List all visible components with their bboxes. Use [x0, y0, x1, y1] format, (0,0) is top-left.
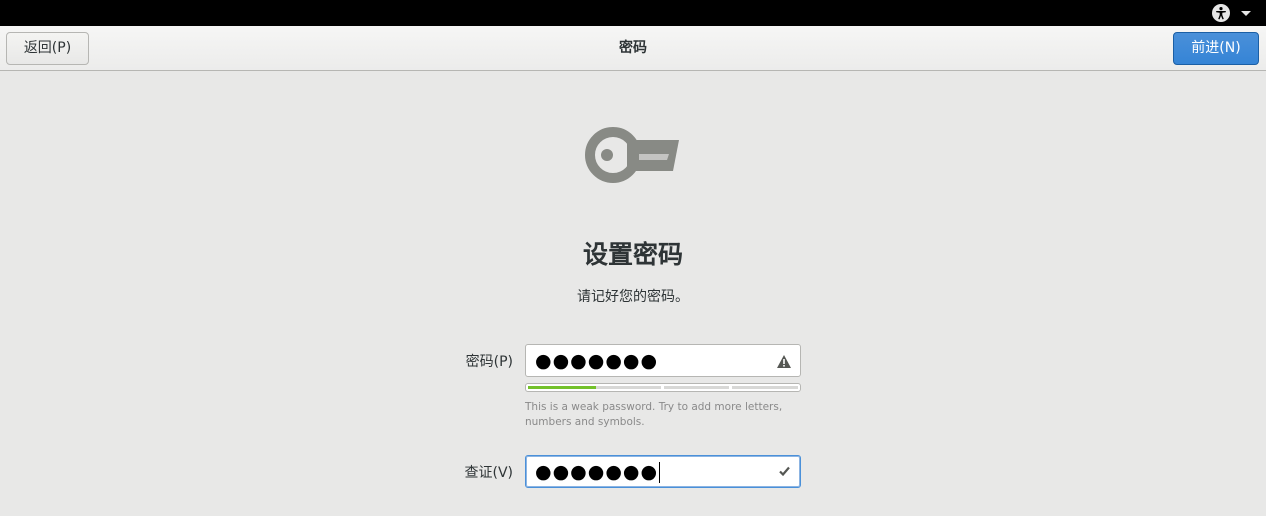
back-button[interactable]: 返回(P): [6, 32, 89, 65]
page-subtitle: 请记好您的密码。: [577, 289, 689, 305]
verify-input[interactable]: ●●●●●●●: [525, 455, 801, 488]
text-cursor: [659, 462, 661, 483]
strength-segment: [596, 386, 661, 389]
checkmark-icon: [779, 466, 790, 476]
password-hint: This is a weak password. Try to add more…: [525, 401, 783, 428]
password-label: 密码(P): [465, 354, 513, 370]
warning-icon: [777, 355, 791, 368]
top-system-bar: [0, 0, 1266, 26]
page-title: 密码: [619, 40, 647, 56]
header-bar: 密码 返回(P) 前进(N): [0, 26, 1266, 71]
strength-segment: [732, 386, 798, 389]
password-value: ●●●●●●●: [535, 350, 659, 372]
accessibility-icon[interactable]: [1212, 4, 1230, 22]
password-strength-bar: [525, 383, 801, 392]
strength-fill: [528, 386, 596, 389]
password-input[interactable]: ●●●●●●●: [525, 344, 801, 377]
key-icon: [585, 127, 679, 183]
next-button[interactable]: 前进(N): [1173, 32, 1259, 65]
verify-value: ●●●●●●●: [535, 461, 659, 483]
dropdown-arrow-icon[interactable]: [1241, 11, 1251, 16]
strength-segment: [664, 386, 729, 389]
verify-label: 查证(V): [464, 465, 513, 481]
page-heading: 设置密码: [582, 240, 683, 269]
